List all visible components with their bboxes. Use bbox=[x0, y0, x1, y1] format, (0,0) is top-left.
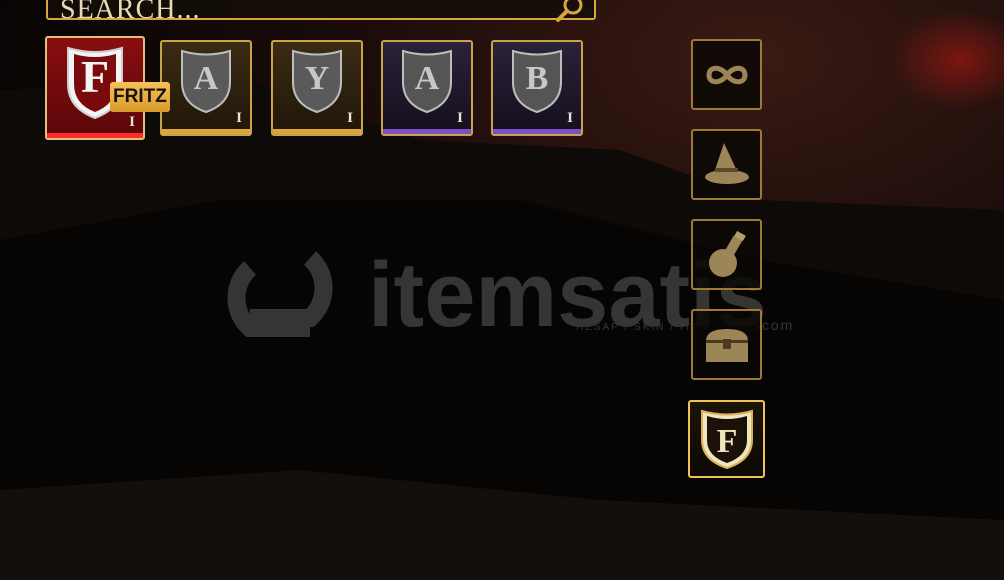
character-rank: I bbox=[129, 114, 135, 130]
potion-icon bbox=[708, 230, 746, 277]
character-name-badge: FRITZ bbox=[110, 82, 170, 112]
character-rank: I bbox=[347, 110, 353, 126]
character-card[interactable]: A I bbox=[381, 40, 473, 136]
filter-potion-button[interactable] bbox=[691, 219, 762, 290]
rarity-bar bbox=[383, 129, 471, 134]
character-letter: A bbox=[414, 60, 440, 97]
rarity-bar bbox=[47, 133, 143, 138]
rarity-bar bbox=[493, 129, 581, 134]
character-rank: I bbox=[567, 110, 573, 126]
filter-mage-button[interactable] bbox=[691, 129, 762, 200]
shield-letter: F bbox=[716, 423, 737, 460]
character-letter: Y bbox=[304, 60, 330, 97]
character-letter: A bbox=[193, 60, 219, 97]
character-letter: B bbox=[525, 60, 549, 97]
filter-chest-button[interactable] bbox=[691, 309, 762, 380]
character-rank: I bbox=[457, 110, 463, 126]
filter-character-button[interactable]: F bbox=[688, 400, 765, 478]
character-card[interactable]: Y I bbox=[271, 40, 363, 136]
treasure-chest-icon bbox=[705, 328, 748, 362]
character-card[interactable]: A I bbox=[160, 40, 252, 136]
search-placeholder: SEARCH... bbox=[60, 0, 201, 25]
rarity-bar bbox=[162, 129, 250, 134]
wizard-hat-icon bbox=[704, 142, 749, 184]
shield-f-icon: F bbox=[700, 409, 753, 470]
search-icon[interactable] bbox=[554, 0, 584, 24]
filter-all-button[interactable] bbox=[691, 39, 762, 110]
character-card[interactable]: B I bbox=[491, 40, 583, 136]
infinity-icon bbox=[705, 65, 748, 84]
character-rank: I bbox=[236, 110, 242, 126]
search-input[interactable]: SEARCH... bbox=[46, 0, 596, 25]
rarity-bar bbox=[273, 129, 361, 134]
